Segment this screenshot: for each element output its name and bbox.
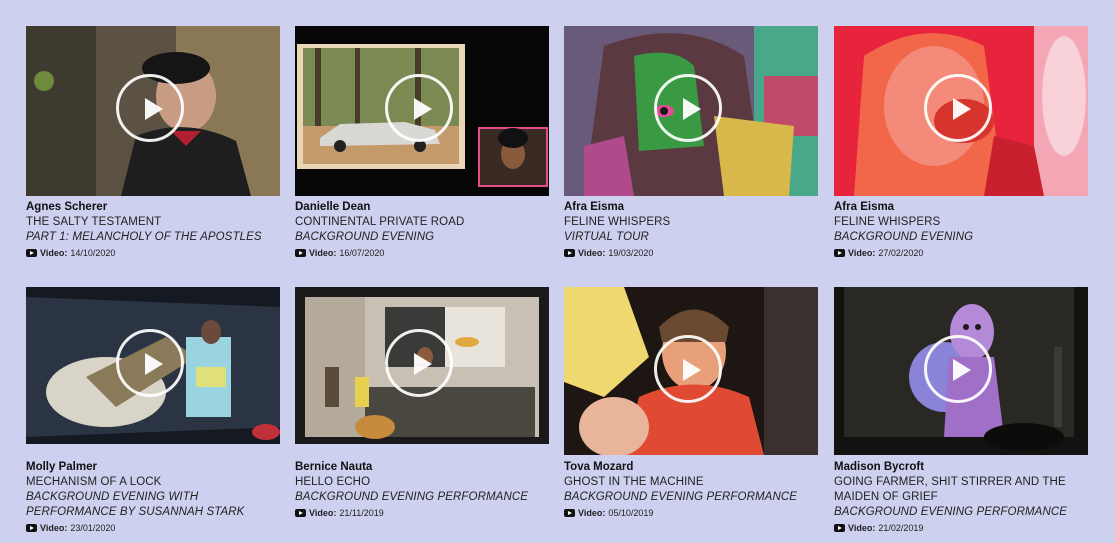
date-value: 23/01/2020 [70, 523, 116, 533]
video-thumbnail[interactable] [26, 26, 280, 196]
youtube-icon [834, 524, 845, 532]
play-icon[interactable] [385, 74, 453, 142]
artist-name[interactable]: Tova Mozard [564, 460, 818, 475]
work-title: MECHANISM OF A LOCK [26, 476, 162, 488]
play-icon[interactable] [385, 329, 453, 397]
video-card: Agnes Scherer THE SALTY TESTAMENT PART 1… [26, 26, 280, 260]
play-icon[interactable] [654, 74, 722, 142]
artist-name[interactable]: Afra Eisma [564, 200, 818, 215]
date-value: 14/10/2020 [70, 248, 116, 258]
event-subtitle: VIRTUAL TOUR [564, 231, 649, 243]
video-thumbnail[interactable] [564, 287, 818, 455]
youtube-icon [834, 249, 845, 257]
video-thumbnail[interactable] [26, 287, 280, 444]
youtube-icon [26, 249, 37, 257]
video-date: Video: 16/07/2020 [295, 246, 549, 260]
artist-name[interactable]: Bernice Nauta [295, 460, 549, 475]
play-icon[interactable] [924, 74, 992, 142]
video-label: Video: [309, 248, 337, 258]
video-thumbnail[interactable] [564, 26, 818, 196]
video-thumbnail[interactable] [295, 26, 549, 196]
event-subtitle: PART 1: MELANCHOLY OF THE APOSTLES [26, 231, 262, 243]
video-date: Video: 23/01/2020 [26, 521, 280, 535]
video-card: Afra Eisma FELINE WHISPERS BACKGROUND EV… [834, 26, 1088, 260]
video-thumbnail[interactable] [295, 287, 549, 444]
date-value: 19/03/2020 [608, 248, 654, 258]
play-icon[interactable] [116, 74, 184, 142]
date-value: 05/10/2019 [608, 508, 654, 518]
video-label: Video: [40, 248, 68, 258]
date-value: 16/07/2020 [339, 248, 385, 258]
youtube-icon [564, 249, 575, 257]
video-label: Video: [848, 523, 876, 533]
work-title: THE SALTY TESTAMENT [26, 216, 162, 228]
event-subtitle: BACKGROUND EVENING PERFORMANCE [295, 491, 529, 503]
youtube-icon [295, 509, 306, 517]
video-thumbnail[interactable] [834, 287, 1088, 455]
play-icon[interactable] [654, 335, 722, 403]
video-grid: Agnes Scherer THE SALTY TESTAMENT PART 1… [0, 0, 1115, 543]
video-card: Bernice Nauta HELLO ECHO BACKGROUND EVEN… [295, 287, 549, 520]
date-value: 27/02/2020 [878, 248, 924, 258]
video-date: Video: 05/10/2019 [564, 506, 818, 520]
video-date: Video: 21/11/2019 [295, 506, 549, 520]
youtube-icon [295, 249, 306, 257]
video-label: Video: [40, 523, 68, 533]
event-subtitle: BACKGROUND EVENING WITH PERFORMANCE BY S… [26, 491, 245, 518]
video-date: Video: 14/10/2020 [26, 246, 280, 260]
video-date: Video: 27/02/2020 [834, 246, 1088, 260]
work-title: GOING FARMER, SHIT STIRRER AND THE MAIDE… [834, 476, 1066, 503]
youtube-icon [26, 524, 37, 532]
work-title: GHOST IN THE MACHINE [564, 476, 704, 488]
play-icon[interactable] [924, 335, 992, 403]
video-label: Video: [309, 508, 337, 518]
work-title: HELLO ECHO [295, 476, 371, 488]
artist-name[interactable]: Afra Eisma [834, 200, 1088, 215]
video-date: Video: 21/02/2019 [834, 521, 1088, 535]
video-card: Molly Palmer MECHANISM OF A LOCK BACKGRO… [26, 287, 280, 535]
video-label: Video: [578, 508, 606, 518]
youtube-icon [564, 509, 575, 517]
video-card: Danielle Dean CONTINENTAL PRIVATE ROAD B… [295, 26, 549, 260]
video-date: Video: 19/03/2020 [564, 246, 818, 260]
video-card: Madison Bycroft GOING FARMER, SHIT STIRR… [834, 287, 1088, 535]
date-value: 21/11/2019 [339, 508, 384, 518]
work-title: CONTINENTAL PRIVATE ROAD [295, 216, 465, 228]
event-subtitle: BACKGROUND EVENING PERFORMANCE [564, 491, 798, 503]
event-subtitle: BACKGROUND EVENING PERFORMANCE [834, 506, 1068, 518]
work-title: FELINE WHISPERS [834, 216, 941, 228]
event-subtitle: BACKGROUND EVENING [834, 231, 974, 243]
artist-name[interactable]: Madison Bycroft [834, 460, 1088, 475]
video-card: Tova Mozard GHOST IN THE MACHINE BACKGRO… [564, 287, 818, 520]
event-subtitle: BACKGROUND EVENING [295, 231, 435, 243]
video-card: Afra Eisma FELINE WHISPERS VIRTUAL TOUR … [564, 26, 818, 260]
video-label: Video: [578, 248, 606, 258]
video-label: Video: [848, 248, 876, 258]
artist-name[interactable]: Agnes Scherer [26, 200, 280, 215]
artist-name[interactable]: Molly Palmer [26, 460, 280, 475]
work-title: FELINE WHISPERS [564, 216, 671, 228]
play-icon[interactable] [116, 329, 184, 397]
artist-name[interactable]: Danielle Dean [295, 200, 549, 215]
date-value: 21/02/2019 [878, 523, 924, 533]
video-thumbnail[interactable] [834, 26, 1088, 196]
